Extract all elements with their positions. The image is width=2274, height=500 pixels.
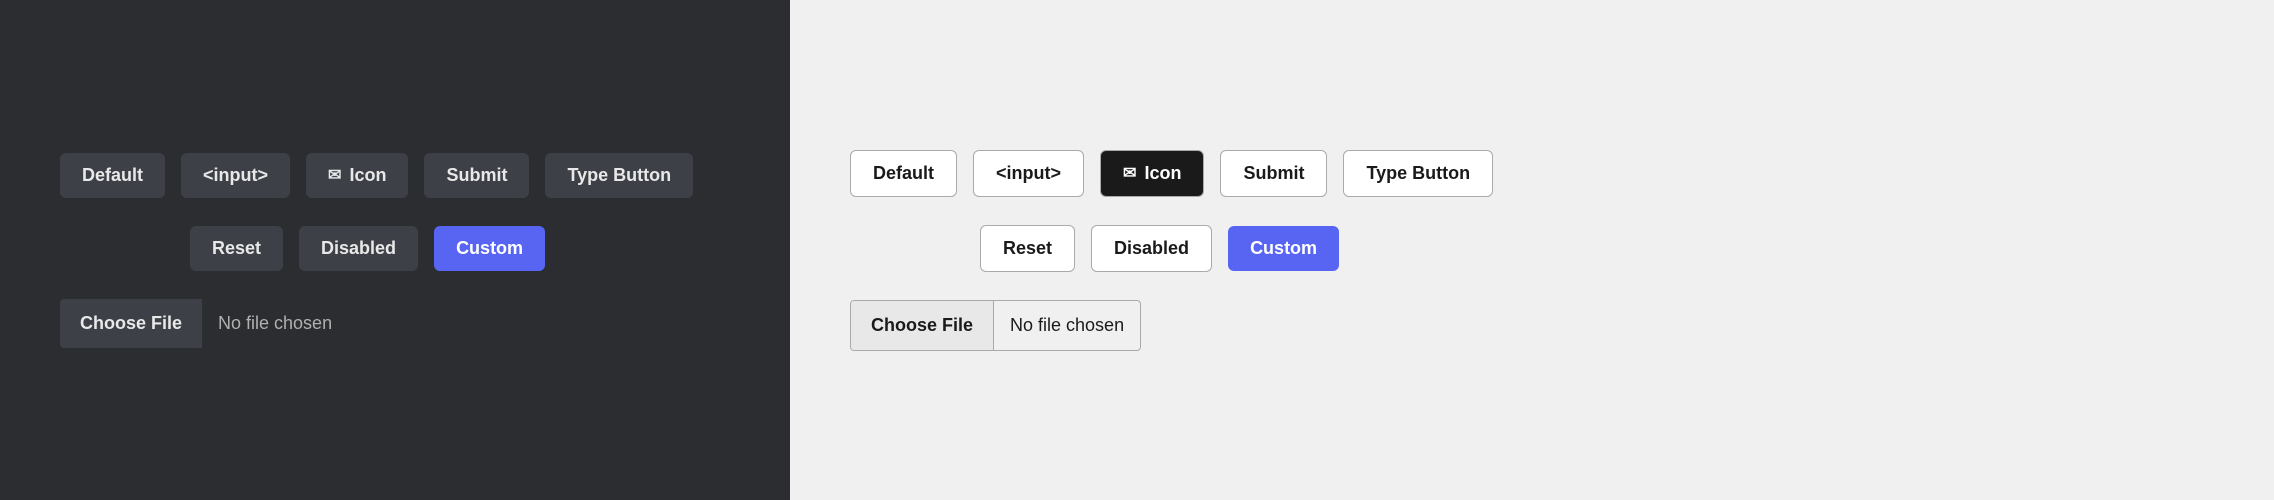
light-row-2: Reset Disabled Custom <box>850 225 2214 272</box>
dark-icon-button[interactable]: ✉ Icon <box>306 153 408 198</box>
light-custom-label: Custom <box>1250 238 1317 258</box>
dark-default-label: Default <box>82 165 143 186</box>
dark-input-button[interactable]: <input> <box>181 153 290 198</box>
light-row-1: Default <input> ✉ Icon Submit Type Butto… <box>850 150 2214 197</box>
dark-choose-file-label: Choose File <box>80 313 182 333</box>
light-submit-label: Submit <box>1243 163 1304 184</box>
light-input-label: <input> <box>996 163 1061 184</box>
light-no-file-label: No file chosen <box>994 315 1140 336</box>
dark-row-2: Reset Disabled Custom <box>60 226 730 271</box>
light-reset-label: Reset <box>1003 238 1052 259</box>
light-panel: Default <input> ✉ Icon Submit Type Butto… <box>790 0 2274 500</box>
dark-panel: Default <input> ✉ Icon Submit Type Butto… <box>0 0 790 500</box>
light-custom-button[interactable]: Custom <box>1228 226 1339 271</box>
light-submit-button[interactable]: Submit <box>1220 150 1327 197</box>
dark-choose-file-button[interactable]: Choose File <box>60 299 202 348</box>
dark-no-file-label: No file chosen <box>202 313 348 334</box>
light-disabled-label: Disabled <box>1114 238 1189 259</box>
dark-custom-button[interactable]: Custom <box>434 226 545 271</box>
dark-reset-label: Reset <box>212 238 261 259</box>
light-type-button-label: Type Button <box>1366 163 1470 184</box>
light-choose-file-button[interactable]: Choose File <box>851 301 994 350</box>
light-row-3: Choose File No file chosen <box>850 300 2214 351</box>
dark-custom-label: Custom <box>456 238 523 258</box>
light-disabled-button[interactable]: Disabled <box>1091 225 1212 272</box>
light-icon-label: Icon <box>1144 163 1181 184</box>
light-default-label: Default <box>873 163 934 184</box>
envelope-icon: ✉ <box>328 165 341 185</box>
light-choose-file-label: Choose File <box>871 315 973 335</box>
dark-disabled-button[interactable]: Disabled <box>299 226 418 271</box>
dark-row-1: Default <input> ✉ Icon Submit Type Butto… <box>60 153 730 198</box>
light-default-button[interactable]: Default <box>850 150 957 197</box>
dark-disabled-label: Disabled <box>321 238 396 259</box>
dark-row-3: Choose File No file chosen <box>60 299 730 348</box>
dark-icon-label: Icon <box>349 165 386 186</box>
dark-reset-button[interactable]: Reset <box>190 226 283 271</box>
light-type-button-button[interactable]: Type Button <box>1343 150 1493 197</box>
light-input-button[interactable]: <input> <box>973 150 1084 197</box>
dark-default-button[interactable]: Default <box>60 153 165 198</box>
dark-type-button-button[interactable]: Type Button <box>545 153 693 198</box>
light-icon-button[interactable]: ✉ Icon <box>1100 150 1204 197</box>
dark-submit-button[interactable]: Submit <box>424 153 529 198</box>
dark-submit-label: Submit <box>446 165 507 186</box>
light-reset-button[interactable]: Reset <box>980 225 1075 272</box>
dark-file-input: Choose File No file chosen <box>60 299 348 348</box>
dark-type-button-label: Type Button <box>567 165 671 186</box>
dark-input-label: <input> <box>203 165 268 186</box>
envelope-icon-light: ✉ <box>1123 163 1136 183</box>
light-file-input: Choose File No file chosen <box>850 300 1141 351</box>
